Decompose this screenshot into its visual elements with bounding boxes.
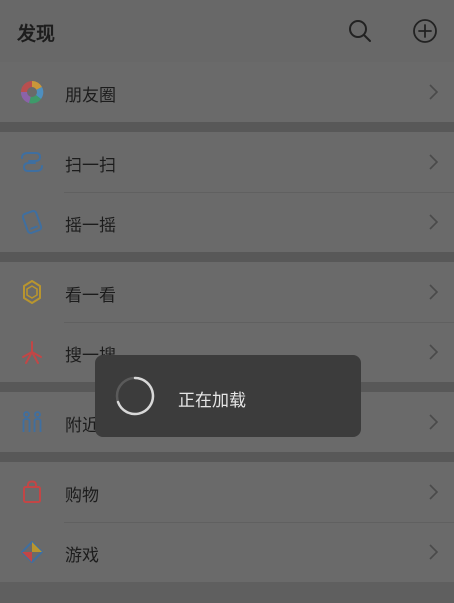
chevron-right-icon (428, 342, 440, 362)
chevron-right-icon (428, 152, 440, 172)
shake-icon (18, 208, 46, 236)
menu-item-label: 购物 (65, 486, 99, 506)
search-icon (346, 17, 374, 45)
loading-toast: 正在加载 (95, 355, 361, 437)
menu-item-scan[interactable]: 扫一扫 (0, 132, 454, 192)
menu-item-label: 摇一摇 (65, 216, 116, 236)
group-shopping-games: 购物 游戏 (0, 462, 454, 582)
group-scan-shake: 扫一扫 摇一摇 (0, 132, 454, 252)
loading-spinner-icon (114, 375, 156, 417)
section-divider (0, 452, 454, 462)
shopping-bag-icon (18, 478, 46, 506)
people-nearby-icon (18, 408, 46, 436)
menu-item-label: 朋友圈 (65, 86, 116, 106)
search-button[interactable] (346, 17, 374, 45)
scan-icon (18, 148, 46, 176)
chevron-right-icon (428, 282, 440, 302)
menu-item-games[interactable]: 游戏 (0, 522, 454, 582)
search-sparkle-icon (18, 338, 46, 366)
section-divider (0, 252, 454, 262)
top-stories-icon (18, 278, 46, 306)
menu-item-label: 游戏 (65, 546, 99, 566)
menu-item-label: 看一看 (65, 286, 116, 306)
game-icon (18, 538, 46, 566)
discover-list: 朋友圈 扫一扫 摇一摇 看一看 搜一搜 购物 游戏 (0, 62, 454, 582)
chevron-right-icon (428, 542, 440, 562)
add-button[interactable] (411, 17, 439, 45)
menu-item-top-stories[interactable]: 看一看 (0, 262, 454, 322)
section-divider (0, 122, 454, 132)
moments-icon (18, 78, 46, 106)
menu-item-shopping[interactable]: 购物 (0, 462, 454, 522)
chevron-right-icon (428, 482, 440, 502)
plus-circle-icon (411, 17, 439, 45)
menu-item-moments[interactable]: 朋友圈 (0, 62, 454, 122)
chevron-right-icon (428, 212, 440, 232)
group-moments: 朋友圈 (0, 62, 454, 122)
chevron-right-icon (428, 82, 440, 102)
menu-item-shake[interactable]: 摇一摇 (0, 192, 454, 252)
page-title: 发现 (17, 23, 56, 45)
loading-text: 正在加载 (178, 391, 246, 411)
menu-item-label: 扫一扫 (65, 156, 116, 176)
top-bar: 发现 (0, 0, 454, 62)
chevron-right-icon (428, 412, 440, 432)
